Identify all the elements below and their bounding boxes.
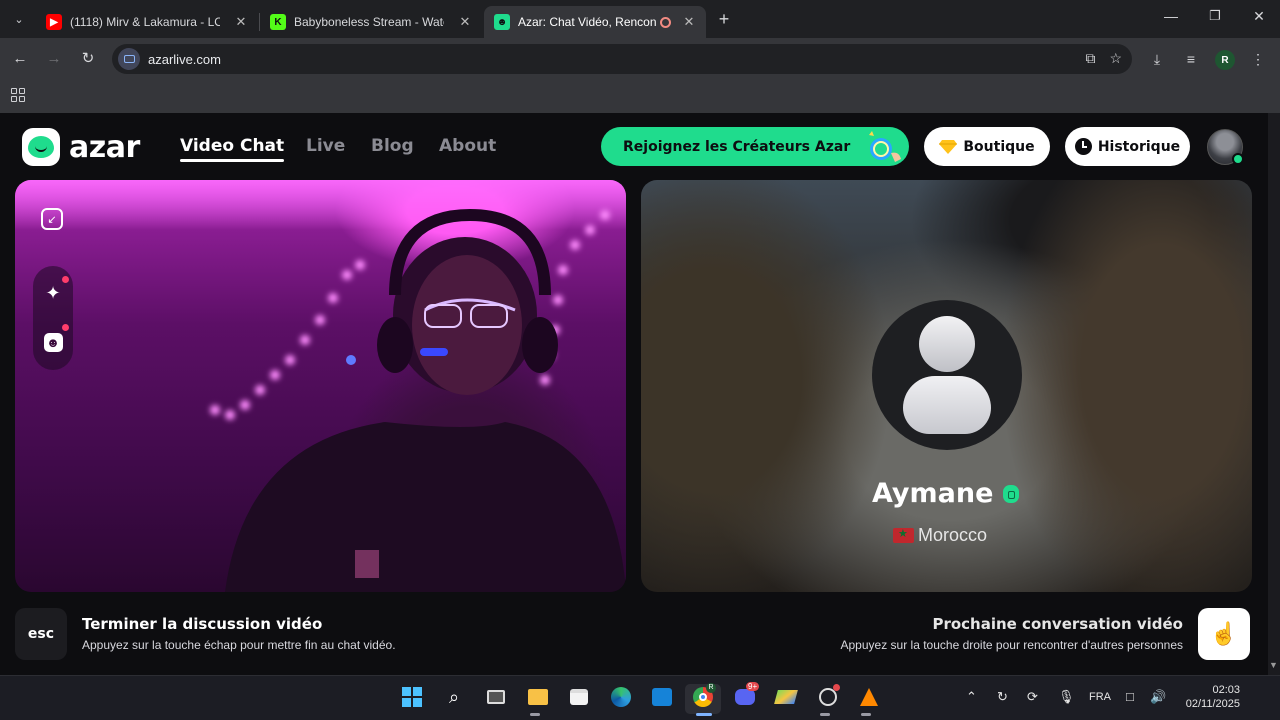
system-clock[interactable]: 02:03 02/11/2025	[1178, 683, 1240, 711]
logo-text: azar	[69, 129, 140, 165]
close-window-button[interactable]: ✕	[1249, 8, 1269, 25]
network-icon[interactable]: □	[1126, 689, 1134, 704]
install-app-icon[interactable]: ⧉	[1085, 50, 1095, 67]
new-dot	[62, 276, 69, 283]
chrome-profile-badge: R	[706, 683, 716, 693]
back-button[interactable]: ←	[10, 49, 30, 69]
close-tab-icon[interactable]: ✕	[234, 14, 248, 30]
user-avatar[interactable]	[1207, 129, 1244, 165]
clock-icon	[1074, 138, 1092, 155]
new-tab-button[interactable]: +	[714, 9, 734, 30]
bookmarks-bar	[0, 80, 1280, 113]
verified-badge-icon	[1003, 485, 1019, 503]
history-button[interactable]: Historique	[1065, 127, 1190, 166]
scrollbar[interactable]	[1268, 113, 1280, 675]
tab-azar[interactable]: ☻ Azar: Chat Vidéo, Rencontre ✕	[484, 6, 706, 38]
microphone-icon[interactable]: 🎙	[1058, 689, 1075, 705]
online-badge	[1232, 153, 1244, 165]
download-icon[interactable]: ⤓	[1147, 49, 1167, 69]
reload-button[interactable]: ↻	[78, 49, 98, 69]
next-chat-subtitle: Appuyez sur la touche droite pour rencon…	[840, 638, 1184, 652]
shop-label: Boutique	[963, 138, 1035, 155]
tab-youtube[interactable]: ▶ (1118) Mirv & Lakamura - LOLE ✕	[36, 6, 258, 38]
partner-country: Morocco	[893, 525, 987, 546]
next-chat-title: Prochaine conversation vidéo	[932, 615, 1183, 633]
country-name: Morocco	[918, 525, 988, 545]
restore-button[interactable]: ❐	[1205, 8, 1225, 24]
recording-icon	[660, 16, 671, 28]
running-indicator	[530, 713, 540, 716]
azar-icon: ☻	[494, 14, 510, 30]
nav-blog[interactable]: Blog	[371, 136, 414, 156]
esc-key-button[interactable]: esc	[15, 608, 67, 660]
windows-start-icon[interactable]	[398, 683, 426, 711]
partner-avatar-placeholder	[872, 300, 1022, 450]
tab-title: Babyboneless Stream - Watch L	[294, 15, 444, 29]
close-tab-icon[interactable]: ✕	[458, 14, 472, 30]
profile-avatar[interactable]: R	[1215, 50, 1235, 70]
bluestacks-icon[interactable]	[772, 683, 800, 711]
close-tab-icon[interactable]: ✕	[682, 14, 696, 30]
mask-face-icon[interactable]: ☻	[42, 331, 64, 353]
azar-logo[interactable]: azar	[22, 128, 140, 166]
volume-icon[interactable]: 🔊	[1150, 689, 1166, 705]
apps-grid-icon[interactable]	[11, 88, 25, 102]
sync-icon[interactable]: ↻	[997, 689, 1008, 705]
tab-kick[interactable]: K Babyboneless Stream - Watch L ✕	[260, 6, 482, 38]
youtube-icon: ▶	[46, 14, 62, 30]
active-indicator	[696, 713, 712, 716]
end-chat-subtitle: Appuyez sur la touche échap pour mettre …	[82, 638, 396, 652]
minimize-button[interactable]: —	[1161, 8, 1181, 24]
shop-button[interactable]: Boutique	[924, 127, 1050, 166]
scroll-down-arrow[interactable]: ▼	[1269, 660, 1278, 670]
media-control-icon[interactable]: ≡	[1181, 49, 1201, 69]
tab-title: Azar: Chat Vidéo, Rencontre	[518, 15, 656, 29]
vlc-icon[interactable]	[855, 683, 883, 711]
date-text: 02/11/2025	[1185, 698, 1240, 710]
diamond-icon	[939, 139, 958, 154]
outlook-icon[interactable]	[648, 683, 676, 711]
kick-icon: K	[270, 14, 286, 30]
morocco-flag-icon	[893, 527, 914, 543]
self-video-feed	[210, 208, 626, 592]
menu-icon[interactable]: ⋮	[1248, 49, 1268, 69]
nav-about[interactable]: About	[439, 136, 496, 156]
self-video: ↙	[15, 180, 626, 592]
recording-badge	[833, 684, 840, 691]
search-icon[interactable]: ⌕	[440, 683, 468, 711]
time-text: 02:03	[1212, 684, 1240, 696]
windows-taskbar	[0, 675, 1280, 720]
edge-icon[interactable]	[607, 683, 635, 711]
bookmark-star-icon[interactable]: ☆	[1109, 50, 1122, 67]
language-indicator[interactable]: FRA	[1089, 691, 1111, 703]
nav-video-chat[interactable]: Video Chat	[180, 136, 285, 162]
microsoft-store-icon[interactable]	[565, 683, 593, 711]
next-arrow-button[interactable]: ☝	[1198, 608, 1250, 660]
azar-logo-icon	[22, 128, 60, 166]
address-bar[interactable]: azarlive.com ⧉ ☆	[112, 44, 1132, 74]
site-info-icon[interactable]	[118, 48, 140, 70]
running-indicator	[820, 713, 830, 716]
new-dot	[62, 324, 69, 331]
show-hidden-icons-icon[interactable]: ⌃	[966, 689, 977, 705]
creators-graphic-icon	[869, 131, 901, 162]
effects-sparkle-icon[interactable]: ✦	[42, 282, 64, 304]
task-view-icon[interactable]	[482, 683, 510, 711]
refresh-icon[interactable]: ⟳	[1027, 689, 1038, 705]
pointer-hand-icon: ☝	[1210, 621, 1238, 646]
history-label: Historique	[1097, 138, 1181, 155]
end-chat-title: Terminer la discussion vidéo	[82, 615, 323, 633]
discord-badge: 9+	[746, 682, 760, 691]
tab-title: (1118) Mirv & Lakamura - LOLE	[70, 15, 220, 29]
join-creators-button[interactable]: Rejoignez les Créateurs Azar	[601, 127, 909, 166]
partner-name: Aymane	[872, 478, 994, 509]
forward-button[interactable]: →	[44, 49, 64, 69]
nav-live[interactable]: Live	[306, 136, 345, 156]
running-indicator	[861, 713, 871, 716]
file-explorer-icon[interactable]	[524, 683, 552, 711]
url-text[interactable]: azarlive.com	[148, 52, 221, 67]
creators-button-label: Rejoignez les Créateurs Azar	[623, 138, 851, 155]
collapse-icon[interactable]: ↙	[41, 208, 63, 230]
tab-search-button[interactable]: ⌄	[8, 8, 30, 30]
